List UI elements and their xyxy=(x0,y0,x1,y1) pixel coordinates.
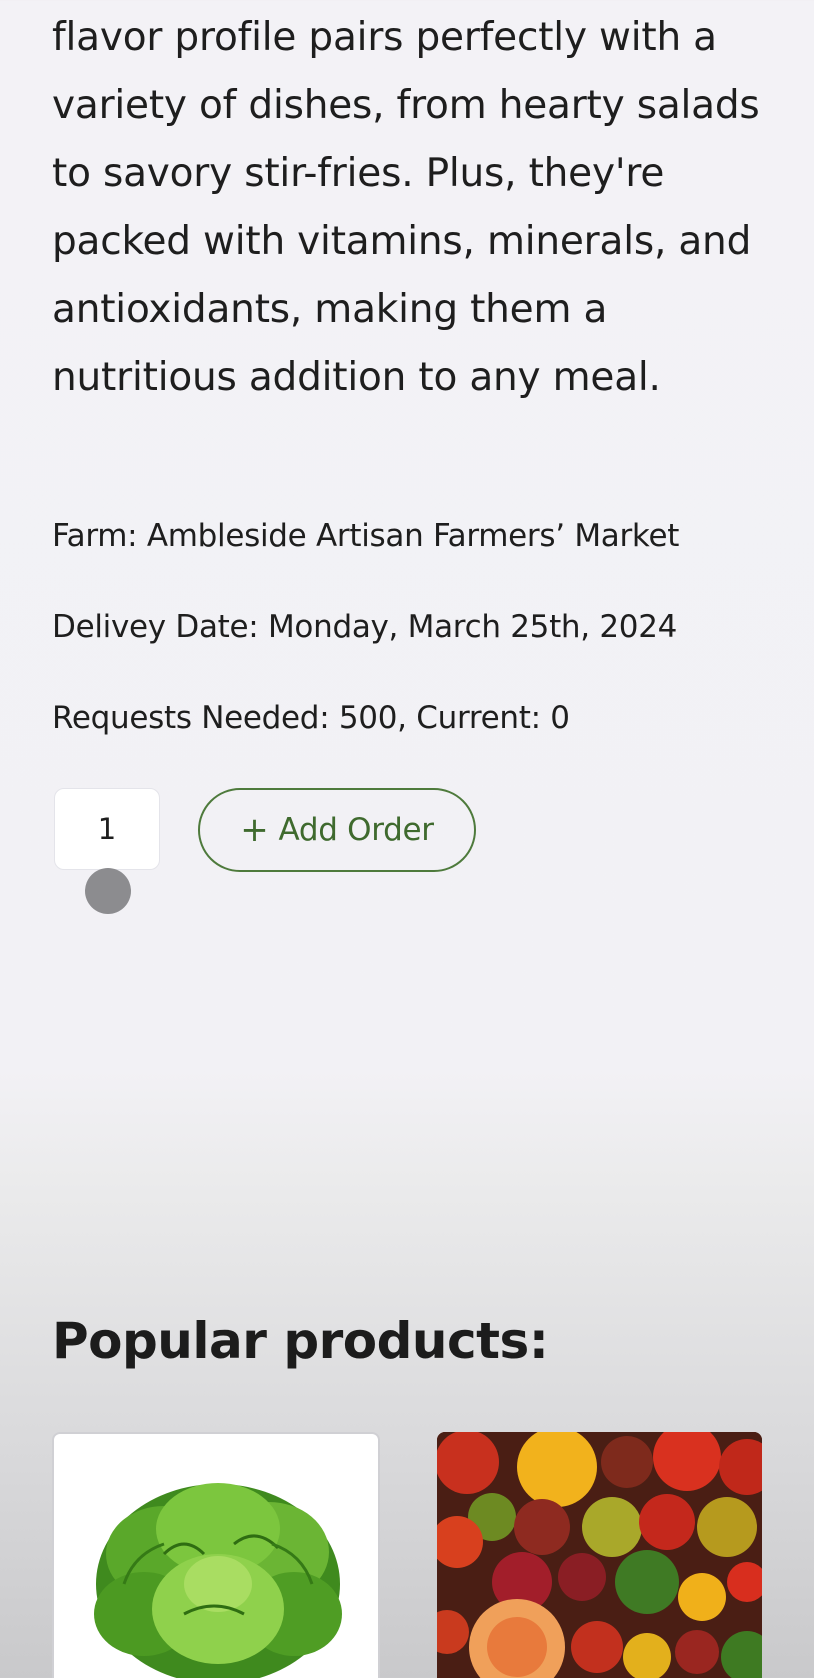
delivery-date: Delivey Date: Monday, March 25th, 2024 xyxy=(52,609,678,645)
add-order-button[interactable]: + Add Order xyxy=(198,788,476,872)
product-card-tomatoes[interactable] xyxy=(437,1432,762,1678)
add-order-label: Add Order xyxy=(278,812,434,848)
product-description: flavor profile pairs perfectly with a va… xyxy=(52,15,760,400)
requests-status: Requests Needed: 500, Current: 0 xyxy=(52,700,570,736)
product-card-lettuce[interactable] xyxy=(52,1432,380,1678)
farm-info: Farm: Ambleside Artisan Farmers’ Market xyxy=(52,518,680,554)
quantity-input[interactable] xyxy=(54,788,160,870)
touch-cursor xyxy=(85,868,131,914)
tomatoes-image xyxy=(437,1432,762,1678)
product-detail-page: flavor profile pairs perfectly with a va… xyxy=(0,0,814,1678)
popular-products-heading: Popular products: xyxy=(52,1312,549,1370)
plus-icon: + xyxy=(240,810,269,850)
lettuce-image xyxy=(94,1483,342,1678)
